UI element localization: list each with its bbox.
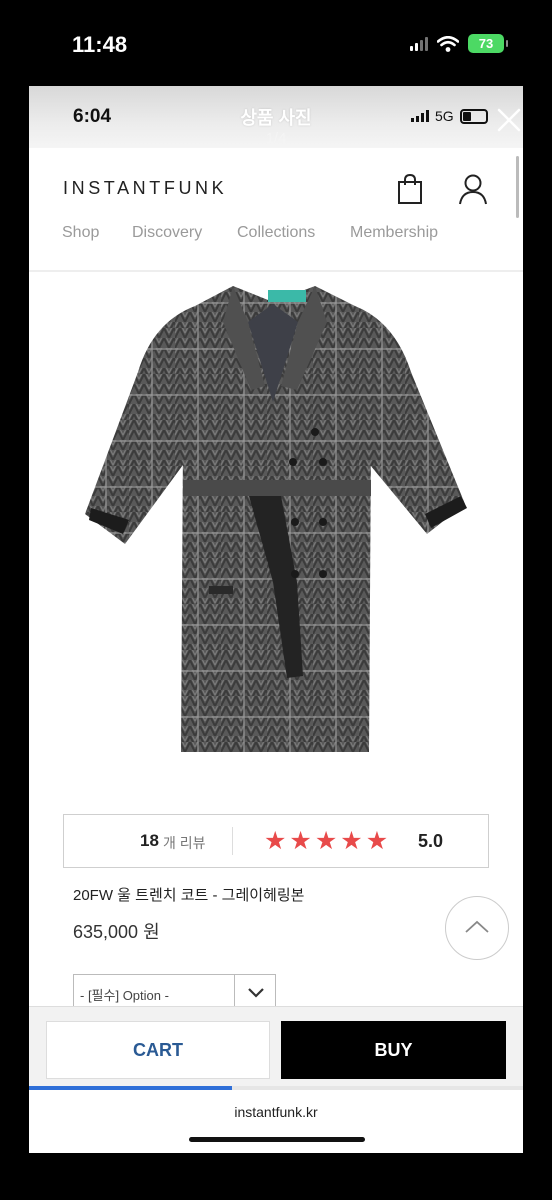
chevron-up-icon bbox=[465, 920, 489, 933]
scroll-top-button[interactable] bbox=[445, 896, 509, 960]
cellular-signal-icon bbox=[410, 36, 428, 51]
product-name: 20FW 울 트렌치 코트 - 그레이헤링본 bbox=[73, 887, 305, 904]
site-nav: Shop Discovery Collections Membership bbox=[29, 214, 523, 272]
battery-icon: 73 bbox=[468, 34, 508, 53]
signal-icon bbox=[411, 110, 429, 122]
device-status-icons: 73 bbox=[410, 34, 508, 53]
viewer-status-icons: 5G bbox=[411, 108, 488, 124]
home-indicator[interactable] bbox=[189, 1137, 365, 1142]
rating-value: 5.0 bbox=[418, 831, 444, 851]
star-rating: ★ ★ ★ ★ ★ bbox=[264, 828, 388, 854]
option-select[interactable]: - [필수] Option - bbox=[73, 974, 276, 1008]
review-summary[interactable]: 18 개 리뷰 ★ ★ ★ ★ ★ 5.0 bbox=[63, 814, 489, 868]
chevron-down-icon bbox=[248, 988, 264, 998]
battery-level: 73 bbox=[478, 36, 494, 51]
nav-item-shop[interactable]: Shop bbox=[62, 224, 99, 242]
photo-viewer: 6:04 상품 사진 1/4 5G INSTANTFUNK Shop Disco… bbox=[29, 86, 523, 1153]
nav-item-membership[interactable]: Membership bbox=[350, 224, 438, 242]
star-icon: ★ bbox=[340, 827, 363, 855]
nav-item-collections[interactable]: Collections bbox=[237, 224, 315, 242]
review-count-label: 개 리뷰 bbox=[163, 835, 206, 851]
shopping-bag-icon[interactable] bbox=[397, 173, 423, 205]
url-text: instantfunk.kr bbox=[234, 1104, 318, 1120]
star-icon: ★ bbox=[314, 827, 338, 855]
close-icon[interactable] bbox=[495, 106, 523, 134]
option-selected-value: - [필수] Option - bbox=[80, 988, 169, 1003]
star-icon: ★ bbox=[365, 827, 389, 855]
buy-button[interactable]: BUY bbox=[281, 1021, 506, 1079]
scrollbar[interactable] bbox=[516, 156, 519, 218]
select-divider bbox=[234, 975, 235, 1007]
brand-logo[interactable]: INSTANTFUNK bbox=[63, 178, 227, 199]
wifi-icon bbox=[437, 35, 459, 52]
device-status-bar: 11:48 73 bbox=[0, 0, 552, 86]
viewer-top-bar: 6:04 상품 사진 1/4 5G bbox=[29, 86, 523, 148]
user-icon[interactable] bbox=[458, 173, 488, 205]
product-price: 635,000 원 bbox=[73, 922, 160, 942]
purchase-bar: CART BUY bbox=[29, 1006, 523, 1088]
review-divider bbox=[232, 827, 233, 855]
browser-url-bar[interactable]: instantfunk.kr bbox=[29, 1090, 523, 1153]
review-count: 18 bbox=[140, 831, 159, 850]
site-header: INSTANTFUNK bbox=[29, 148, 523, 214]
product-image[interactable] bbox=[83, 282, 469, 762]
cart-button[interactable]: CART bbox=[46, 1021, 270, 1079]
device-time: 11:48 bbox=[72, 32, 128, 57]
nav-item-discovery[interactable]: Discovery bbox=[132, 224, 202, 242]
header-divider bbox=[29, 270, 523, 272]
star-icon: ★ bbox=[289, 827, 312, 855]
viewer-page-indicator: 1/4 bbox=[265, 130, 287, 147]
network-label: 5G bbox=[435, 108, 454, 124]
viewer-battery-icon bbox=[459, 108, 488, 124]
star-icon: ★ bbox=[264, 827, 287, 855]
